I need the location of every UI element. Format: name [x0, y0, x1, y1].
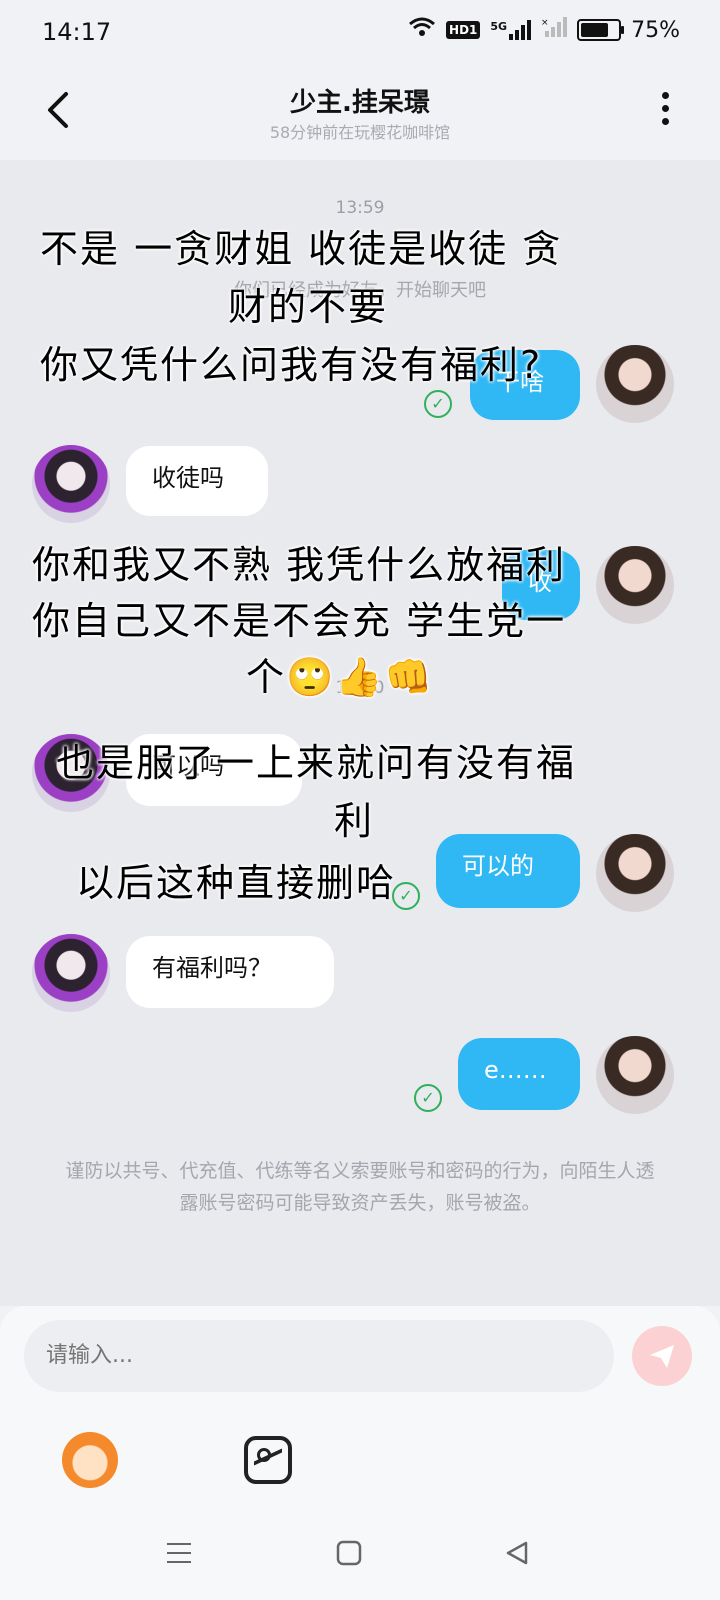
wifi-icon [408, 16, 436, 44]
chat-header: 少主.挂呆璟 58分钟前在玩樱花咖啡馆 [0, 64, 720, 160]
overlay-text: 利 [334, 799, 375, 843]
more-options-icon[interactable] [662, 92, 670, 131]
my-avatar[interactable] [596, 1036, 674, 1114]
my-avatar[interactable] [596, 546, 674, 624]
overlay-text: 个🙄👍👊 [246, 655, 434, 699]
message-input[interactable] [24, 1320, 614, 1392]
overlay-text: 不是 一贪财姐 收徒是收徒 贪 [40, 227, 563, 271]
status-time: 14:17 [42, 18, 112, 46]
back-nav-icon[interactable] [504, 1536, 530, 1574]
network-label: 5G [490, 20, 508, 33]
my-avatar[interactable] [596, 834, 674, 912]
battery-percent: 75% [631, 17, 680, 43]
contact-avatar[interactable] [32, 934, 110, 1012]
send-button[interactable] [632, 1326, 692, 1386]
message-bubble-received[interactable]: 收徒吗 [126, 446, 268, 516]
signal-5g-icon: 5G [490, 20, 532, 40]
read-check-icon: ✓ [392, 882, 420, 910]
emoji-sticker-icon[interactable] [62, 1432, 118, 1488]
message-bubble-sent[interactable]: e…… [458, 1038, 580, 1110]
menu-icon[interactable] [166, 1536, 192, 1574]
image-picker-icon[interactable] [244, 1436, 292, 1484]
overlay-text: 你又凭什么问我有没有福利? [40, 343, 543, 387]
security-warning: 谨防以共号、代充值、代练等名义索要账号和密码的行为，向陌生人透露账号密码可能导致… [65, 1160, 655, 1214]
contact-avatar[interactable] [32, 445, 110, 523]
battery-level [581, 23, 609, 37]
status-bar: 14:17 HD1 5G × 75% [0, 0, 720, 64]
read-check-icon: ✓ [424, 390, 452, 418]
overlay-text: 以后这种直接删哈 [76, 861, 397, 905]
signal-empty-icon: × [541, 17, 568, 43]
overlay-text: 财的不要 [228, 285, 389, 329]
overlay-text: 你自己又不是不会充 学生党一 [32, 599, 567, 643]
contact-name: 少主.挂呆璟 [290, 88, 430, 118]
message-bubble-received[interactable]: 有福利吗？ [126, 936, 334, 1008]
status-icons: HD1 5G × 75% [408, 16, 680, 44]
hd-badge: HD1 [446, 21, 481, 39]
overlay-text: 你和我又不熟 我凭什么放福利 [32, 543, 567, 587]
timestamp: 13:59 [335, 198, 385, 218]
system-nav-bar [0, 1510, 720, 1600]
svg-text:×: × [541, 18, 549, 28]
contact-activity: 58分钟前在玩樱花咖啡馆 [269, 123, 451, 142]
overlay-text: 也是服了一上来就问有没有福 [56, 741, 577, 785]
home-icon[interactable] [336, 1536, 362, 1574]
my-avatar[interactable] [596, 345, 674, 423]
read-check-icon: ✓ [414, 1084, 442, 1112]
message-bubble-sent[interactable]: 可以的 [436, 834, 580, 908]
battery-icon [577, 19, 625, 41]
